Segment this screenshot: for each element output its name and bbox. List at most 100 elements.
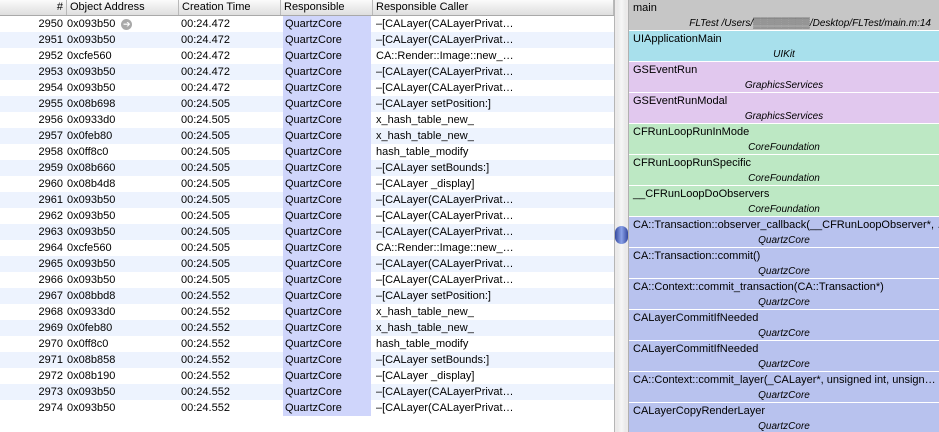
- table-row[interactable]: 2970 0x0ff8c0 00:24.552 QuartzCore hash_tabl…: [0, 336, 614, 352]
- stack-frame-function: CA::Transaction::commit(): [633, 250, 761, 262]
- stack-frame[interactable]: CFRunLoopRunInMode CoreFoundation: [629, 124, 939, 155]
- table-row[interactable]: 2951 0x093b50 00:24.472 QuartzCore –[CALayer…: [0, 32, 614, 48]
- stack-frame-function: CFRunLoopRunSpecific: [633, 157, 752, 169]
- table-row[interactable]: 2971 0x08b858 00:24.552 QuartzCore –[CALayer…: [0, 352, 614, 368]
- creation-time-cell: 00:24.472: [181, 82, 230, 94]
- row-number-cell: 2969: [38, 322, 63, 334]
- responsible-cell: QuartzCore: [283, 288, 371, 304]
- table-row[interactable]: 2954 0x093b50 00:24.472 QuartzCore –[CALayer…: [0, 80, 614, 96]
- row-number-cell: 2967: [38, 290, 63, 302]
- creation-time-cell: 00:24.505: [181, 146, 230, 158]
- responsible-caller-cell: –[CALayer setPosition:]: [376, 290, 491, 302]
- column-header-creation-time-label: Creation Time: [182, 1, 251, 13]
- responsible-caller-cell: –[CALayer setPosition:]: [376, 98, 491, 110]
- object-address-cell: 0x08b4d8: [67, 178, 116, 190]
- stack-frame-function: CALayerCommitIfNeeded: [633, 312, 759, 324]
- responsible-caller-cell: hash_table_modify: [376, 338, 469, 350]
- object-address-cell: 0x093b50: [67, 386, 116, 398]
- stack-frame-library: QuartzCore: [758, 297, 810, 308]
- stack-frame-function: CA::Context::commit_transaction(CA::Tran…: [633, 281, 884, 293]
- object-address-cell: 0x08b858: [67, 354, 116, 366]
- stack-frame[interactable]: main FLTest /Users/▒▒▒▒▒▒▒▒/Desktop/FLTes…: [629, 0, 939, 31]
- table-body: 2950 0x093b50 ➔ 00:24.472 QuartzCore –[CALaye…: [0, 16, 614, 416]
- row-number-cell: 2952: [38, 50, 63, 62]
- stack-frame[interactable]: CA::Transaction::observer_callback(__CFR…: [629, 217, 939, 248]
- stack-frame-function: GSEventRunModal: [633, 95, 728, 107]
- creation-time-cell: 00:24.552: [181, 290, 230, 302]
- column-header-responsible-caller-label: Responsible Caller: [376, 1, 469, 13]
- row-number-cell: 2974: [38, 402, 63, 414]
- table-row[interactable]: 2969 0x0feb80 00:24.552 QuartzCore x_hash_ta…: [0, 320, 614, 336]
- table-row[interactable]: 2973 0x093b50 00:24.552 QuartzCore –[CALayer…: [0, 384, 614, 400]
- table-row[interactable]: 2953 0x093b50 00:24.472 QuartzCore –[CALayer…: [0, 64, 614, 80]
- row-number-cell: 2968: [38, 306, 63, 318]
- responsible-cell: QuartzCore: [283, 240, 371, 256]
- row-number-cell: 2961: [38, 194, 63, 206]
- table-row[interactable]: 2952 0xcfe560 00:24.472 QuartzCore CA::Rende…: [0, 48, 614, 64]
- table-row[interactable]: 2959 0x08b660 00:24.505 QuartzCore –[CALayer…: [0, 160, 614, 176]
- stack-frame[interactable]: UIApplicationMain UIKit: [629, 31, 939, 62]
- go-arrow-icon[interactable]: ➔: [121, 18, 133, 30]
- table-row[interactable]: 2960 0x08b4d8 00:24.505 QuartzCore –[CALayer…: [0, 176, 614, 192]
- responsible-cell: QuartzCore: [283, 144, 371, 160]
- row-number-cell: 2971: [38, 354, 63, 366]
- table-row[interactable]: 2966 0x093b50 00:24.505 QuartzCore –[CALayer…: [0, 272, 614, 288]
- stack-frame-function: __CFRunLoopDoObservers: [633, 188, 770, 200]
- creation-time-cell: 00:24.505: [181, 114, 230, 126]
- responsible-cell: QuartzCore: [283, 48, 371, 64]
- responsible-caller-cell: x_hash_table_new_: [376, 130, 474, 142]
- stack-frame[interactable]: __CFRunLoopDoObservers CoreFoundation: [629, 186, 939, 217]
- table-row[interactable]: 2972 0x08b190 00:24.552 QuartzCore –[CALayer…: [0, 368, 614, 384]
- object-address-cell: 0x08bbd8: [67, 290, 116, 302]
- table-row[interactable]: 2967 0x08bbd8 00:24.552 QuartzCore –[CALayer…: [0, 288, 614, 304]
- table-row[interactable]: 2963 0x093b50 00:24.505 QuartzCore –[CALayer…: [0, 224, 614, 240]
- stack-frame[interactable]: CFRunLoopRunSpecific CoreFoundation: [629, 155, 939, 186]
- stack-frame[interactable]: CALayerCommitIfNeeded QuartzCore: [629, 310, 939, 341]
- creation-time-cell: 00:24.505: [181, 194, 230, 206]
- creation-time-cell: 00:24.472: [181, 18, 230, 30]
- column-header-responsible[interactable]: Responsible: [281, 0, 373, 15]
- row-number-cell: 2966: [38, 274, 63, 286]
- object-address-cell: 0x093b50: [67, 274, 116, 286]
- splitter-handle-icon[interactable]: [615, 226, 628, 244]
- stack-frame[interactable]: CA::Transaction::commit() QuartzCore: [629, 248, 939, 279]
- table-row[interactable]: 2955 0x08b698 00:24.505 QuartzCore –[CALayer…: [0, 96, 614, 112]
- column-header-number[interactable]: #: [0, 0, 67, 15]
- column-header-responsible-caller[interactable]: Responsible Caller: [373, 0, 614, 15]
- responsible-cell: QuartzCore: [283, 128, 371, 144]
- stack-trace-panel: main FLTest /Users/▒▒▒▒▒▒▒▒/Desktop/FLTes…: [629, 0, 939, 432]
- table-row[interactable]: 2958 0x0ff8c0 00:24.505 QuartzCore hash_tabl…: [0, 144, 614, 160]
- creation-time-cell: 00:24.472: [181, 34, 230, 46]
- table-row[interactable]: 2974 0x093b50 00:24.552 QuartzCore –[CALayer…: [0, 400, 614, 416]
- vertical-splitter[interactable]: [615, 0, 629, 432]
- creation-time-cell: 00:24.505: [181, 98, 230, 110]
- row-number-cell: 2954: [38, 82, 63, 94]
- object-address-cell: 0x0933d0: [67, 306, 116, 318]
- table-row[interactable]: 2957 0x0feb80 00:24.505 QuartzCore x_hash_ta…: [0, 128, 614, 144]
- table-row[interactable]: 2968 0x0933d0 00:24.552 QuartzCore x_hash_ta…: [0, 304, 614, 320]
- column-header-creation-time[interactable]: Creation Time: [179, 0, 281, 15]
- stack-frame[interactable]: GSEventRunModal GraphicsServices: [629, 93, 939, 124]
- stack-frame[interactable]: GSEventRun GraphicsServices: [629, 62, 939, 93]
- table-row[interactable]: 2962 0x093b50 00:24.505 QuartzCore –[CALayer…: [0, 208, 614, 224]
- table-row[interactable]: 2950 0x093b50 ➔ 00:24.472 QuartzCore –[CALaye…: [0, 16, 614, 32]
- stack-frame-library: QuartzCore: [758, 421, 810, 432]
- table-row[interactable]: 2956 0x0933d0 00:24.505 QuartzCore x_hash_ta…: [0, 112, 614, 128]
- responsible-cell: QuartzCore: [283, 208, 371, 224]
- creation-time-cell: 00:24.472: [181, 50, 230, 62]
- responsible-caller-cell: –[CALayer setBounds:]: [376, 354, 490, 366]
- table-row[interactable]: 2964 0xcfe560 00:24.505 QuartzCore CA::Rende…: [0, 240, 614, 256]
- stack-frame[interactable]: CALayerCommitIfNeeded QuartzCore: [629, 341, 939, 372]
- table-row[interactable]: 2965 0x093b50 00:24.505 QuartzCore –[CALayer…: [0, 256, 614, 272]
- object-address-cell: 0x08b698: [67, 98, 116, 110]
- stack-frame[interactable]: CALayerCopyRenderLayer QuartzCore: [629, 403, 939, 432]
- row-number-cell: 2950: [38, 18, 63, 30]
- responsible-cell: QuartzCore: [283, 368, 371, 384]
- creation-time-cell: 00:24.472: [181, 66, 230, 78]
- stack-frame[interactable]: CA::Context::commit_layer(_CALayer*, uns…: [629, 372, 939, 403]
- creation-time-cell: 00:24.505: [181, 130, 230, 142]
- column-header-object-address[interactable]: Object Address: [67, 0, 179, 15]
- stack-frame-library: QuartzCore: [758, 328, 810, 339]
- table-row[interactable]: 2961 0x093b50 00:24.505 QuartzCore –[CALayer…: [0, 192, 614, 208]
- stack-frame[interactable]: CA::Context::commit_transaction(CA::Tran…: [629, 279, 939, 310]
